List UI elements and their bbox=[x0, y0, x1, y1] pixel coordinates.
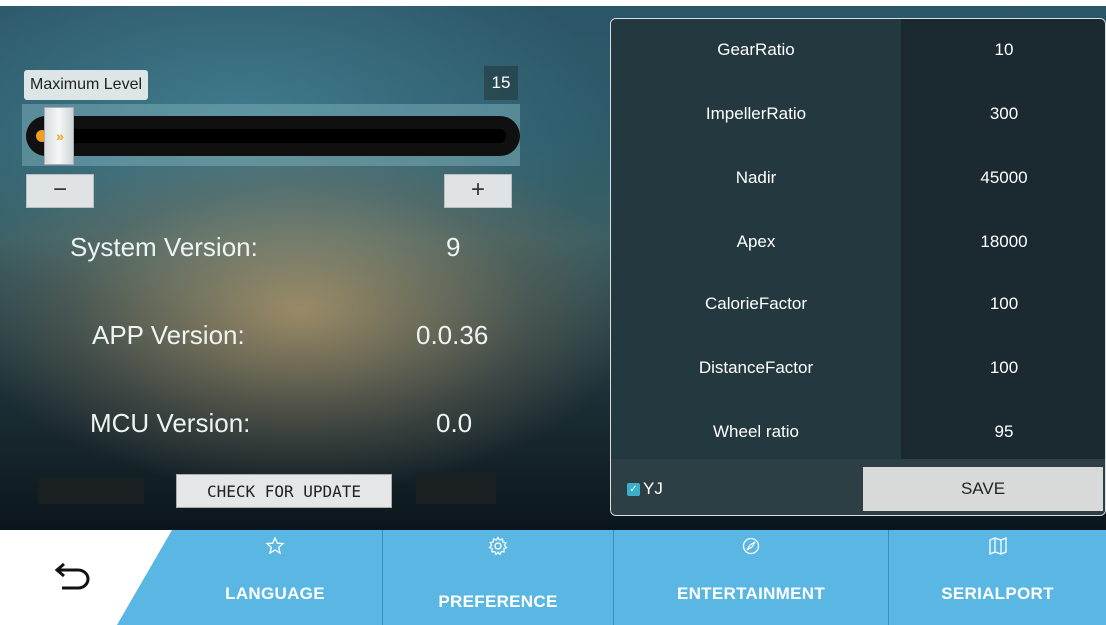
param-name: CalorieFactor bbox=[704, 294, 808, 313]
parameter-panel: GearRatio 10 ImpellerRatio 300 Nadir 450… bbox=[610, 18, 1106, 516]
tab-preference[interactable]: PREFERENCE bbox=[383, 530, 613, 625]
decrease-button[interactable]: − bbox=[26, 174, 94, 208]
param-name: Wheel ratio bbox=[713, 422, 799, 441]
slider-track[interactable] bbox=[26, 116, 520, 156]
param-row[interactable]: Wheel ratio 95 bbox=[611, 401, 1105, 463]
yj-checkbox[interactable]: ✓ bbox=[627, 483, 640, 496]
app-version-value: 0.0.36 bbox=[416, 320, 489, 350]
param-name: Apex bbox=[736, 232, 776, 251]
slider-thumb[interactable]: » bbox=[44, 107, 74, 165]
tab-entertainment-label: ENTERTAINMENT bbox=[676, 584, 826, 603]
param-value[interactable]: 100 bbox=[901, 273, 1105, 335]
param-name: DistanceFactor bbox=[698, 358, 814, 377]
mcu-version-value: 0.0 bbox=[436, 408, 473, 438]
system-version-value: 9 bbox=[446, 232, 461, 262]
slider-value: 15 bbox=[484, 66, 518, 100]
blank-field-left bbox=[38, 478, 144, 504]
param-name: GearRatio bbox=[717, 40, 795, 59]
param-value[interactable]: 45000 bbox=[901, 147, 1105, 209]
check-for-update-button[interactable]: CHECK FOR UPDATE bbox=[176, 474, 392, 508]
yj-checkbox-label: YJ bbox=[643, 479, 663, 498]
param-row[interactable]: CalorieFactor 100 bbox=[611, 273, 1105, 335]
param-row[interactable]: ImpellerRatio 300 bbox=[611, 83, 1105, 145]
save-button[interactable]: SAVE bbox=[863, 467, 1103, 511]
param-row[interactable]: Nadir 45000 bbox=[611, 147, 1105, 209]
system-version-label: System Version: bbox=[70, 232, 258, 262]
tab-preference-label: PREFERENCE bbox=[438, 592, 558, 611]
star-icon bbox=[265, 536, 285, 555]
slider-label: Maximum Level bbox=[24, 70, 149, 100]
param-name: Nadir bbox=[735, 168, 777, 187]
blank-field-right bbox=[416, 472, 496, 504]
param-value[interactable]: 10 bbox=[901, 19, 1105, 81]
param-name: ImpellerRatio bbox=[705, 104, 807, 123]
param-row[interactable]: Apex 18000 bbox=[611, 211, 1105, 273]
tab-serialport-label: SERIALPORT bbox=[941, 584, 1054, 603]
double-chevron-right-icon: » bbox=[56, 128, 64, 144]
compass-icon bbox=[742, 537, 760, 555]
tab-entertainment[interactable]: ENTERTAINMENT bbox=[614, 530, 888, 625]
param-row[interactable]: DistanceFactor 100 bbox=[611, 337, 1105, 399]
param-value[interactable]: 300 bbox=[901, 83, 1105, 145]
tab-language-label: LANGUAGE bbox=[225, 584, 325, 603]
map-icon bbox=[988, 537, 1007, 555]
panel-footer: ✓ YJ SAVE bbox=[611, 459, 1105, 515]
app-version-label: APP Version: bbox=[92, 320, 245, 350]
gear-icon bbox=[488, 536, 508, 556]
tab-serialport[interactable]: SERIALPORT bbox=[889, 530, 1106, 625]
param-value[interactable]: 95 bbox=[901, 401, 1105, 463]
top-strip bbox=[0, 0, 1106, 6]
param-value[interactable]: 18000 bbox=[901, 211, 1105, 273]
mcu-version-label: MCU Version: bbox=[90, 408, 251, 438]
back-arrow-icon[interactable] bbox=[48, 553, 96, 601]
param-value[interactable]: 100 bbox=[901, 337, 1105, 399]
param-row[interactable]: GearRatio 10 bbox=[611, 19, 1105, 81]
tab-language[interactable]: LANGUAGE bbox=[168, 530, 382, 625]
increase-button[interactable]: + bbox=[444, 174, 512, 208]
